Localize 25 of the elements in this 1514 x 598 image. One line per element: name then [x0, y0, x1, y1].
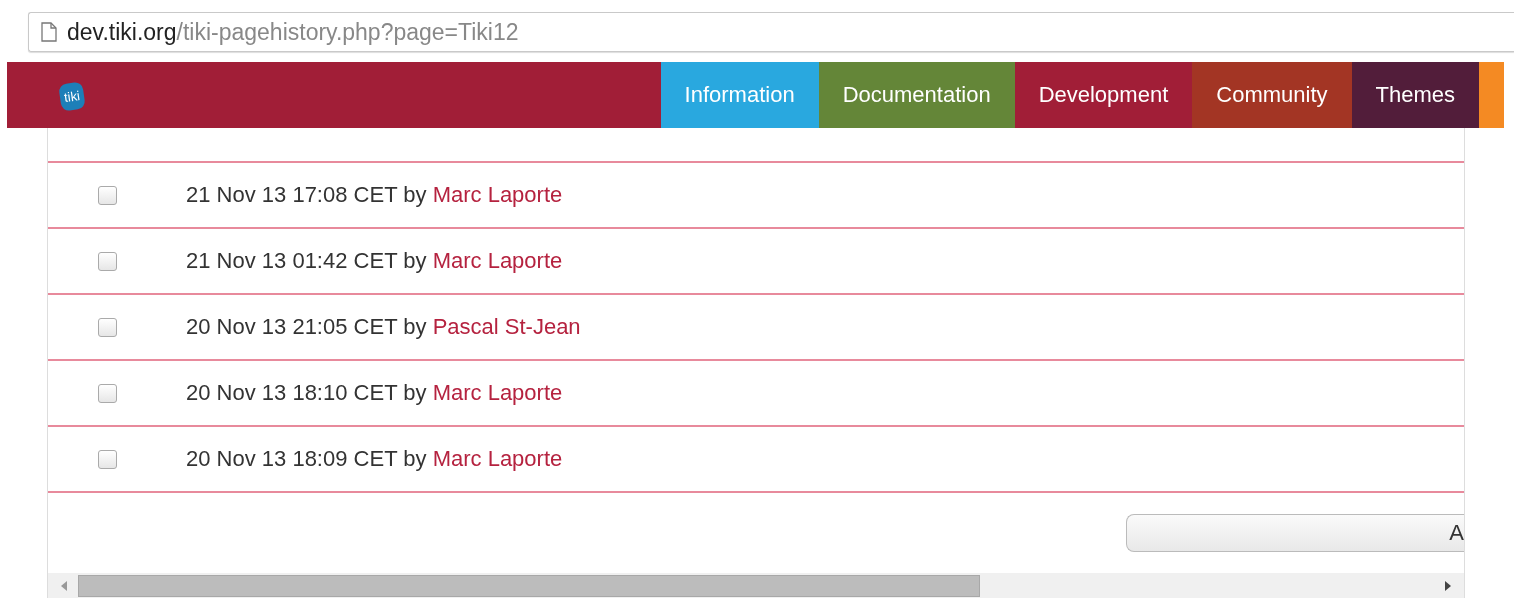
history-entry: 20 Nov 13 18:09 CET by Marc Laporte	[186, 446, 563, 472]
checkbox[interactable]	[98, 449, 117, 469]
scroll-right-icon[interactable]	[1444, 580, 1452, 592]
nav-tab[interactable]: Themes	[1351, 62, 1479, 128]
author-link[interactable]: Marc Laporte	[432, 446, 563, 471]
checkbox[interactable]	[98, 317, 117, 337]
url-text: dev.tiki.org/tiki-pagehistory.php?page=Tiki12	[67, 18, 519, 46]
author-link[interactable]: Marc Laporte	[432, 182, 563, 207]
history-entry: 21 Nov 13 17:08 CET by Marc Laporte	[186, 182, 563, 208]
checkbox[interactable]	[98, 383, 117, 403]
nav-tab[interactable]: Documentation	[818, 62, 1015, 128]
author-link[interactable]: Marc Laporte	[432, 248, 563, 273]
checkbox[interactable]	[98, 251, 117, 271]
author-link[interactable]: Marc Laporte	[432, 380, 563, 405]
action-button[interactable]: A	[1126, 514, 1464, 552]
page-icon	[41, 22, 57, 42]
author-link[interactable]: Pascal St-Jean	[432, 314, 581, 339]
history-entry: 20 Nov 13 21:05 CET by Pascal St-Jean	[186, 314, 581, 340]
horizontal-scrollbar[interactable]	[48, 573, 1464, 598]
checkbox[interactable]	[98, 185, 117, 205]
history-entry: 21 Nov 13 01:42 CET by Marc Laporte	[186, 248, 563, 274]
scroll-left-icon[interactable]	[60, 580, 68, 592]
nav-tab[interactable]: Community	[1192, 62, 1352, 128]
address-bar[interactable]: dev.tiki.org/tiki-pagehistory.php?page=Tiki12	[28, 12, 1514, 52]
history-entry: 20 Nov 13 18:10 CET by Marc Laporte	[186, 380, 563, 406]
